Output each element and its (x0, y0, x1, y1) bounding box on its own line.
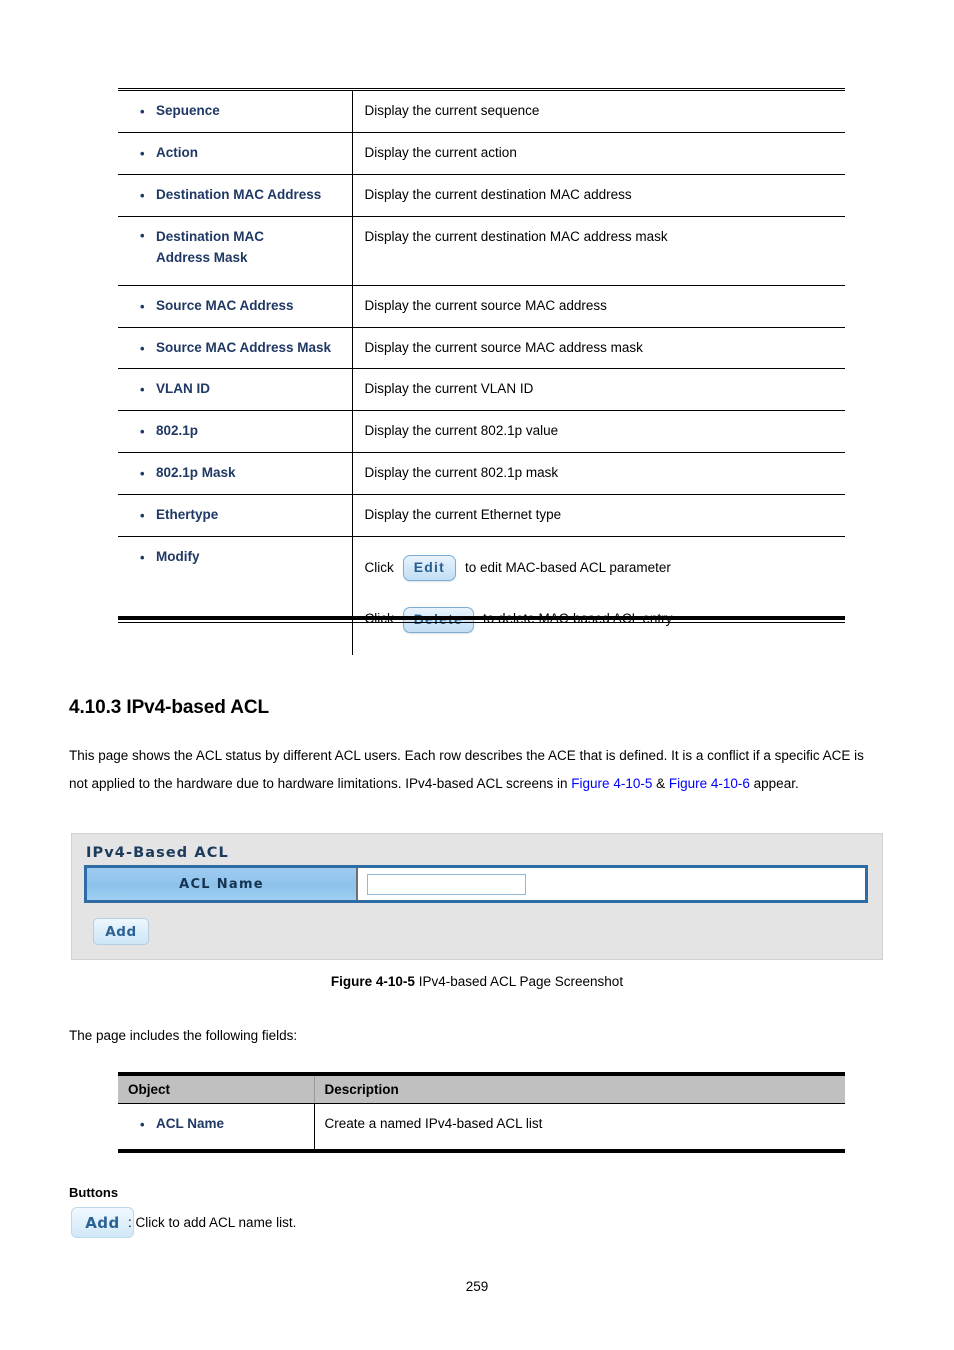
table-cell-description: Click Edit to edit MAC-based ACL paramet… (352, 537, 845, 655)
panel-add-button[interactable]: Add (93, 918, 149, 945)
fields-description-table: Object Description ACL Name Create a nam… (118, 1072, 845, 1153)
acl-name-input[interactable] (366, 872, 527, 896)
add-button[interactable]: Add (71, 1207, 134, 1238)
table-cell-description: Display the current destination MAC addr… (352, 174, 845, 217)
mac-acl-description-table: Sepuence Display the current sequence Ac… (118, 88, 845, 655)
table-row: Sepuence Display the current sequence (118, 89, 845, 133)
table-cell-description: Display the current sequence (352, 89, 845, 133)
buttons-section-heading: Buttons (69, 1185, 119, 1200)
table-row: Source MAC Address Mask Display the curr… (118, 327, 845, 370)
table-row: VLAN ID Display the current VLAN ID (118, 368, 845, 412)
edit-instruction-line: Click Edit to edit MAC-based ACL paramet… (365, 555, 838, 581)
description-text: Create a named IPv4-based ACL list (324, 1116, 543, 1131)
paragraph-ampersand: & (652, 776, 669, 791)
edit-button[interactable]: Edit (402, 555, 456, 581)
description-text: Display the current destination MAC addr… (364, 228, 668, 244)
acl-name-label: ACL Name (87, 868, 358, 900)
column-header-object: Object (118, 1074, 315, 1104)
table-cell-description: Display the current VLAN ID (352, 368, 845, 412)
figure-caption-number: Figure 4-10-5 (330, 974, 415, 989)
object-label: Ethertype (140, 507, 218, 522)
table-cell-object: Sepuence (118, 89, 353, 133)
table-cell-object: Source MAC Address Mask (118, 327, 353, 370)
object-label: VLAN ID (140, 381, 210, 396)
table-cell-object: 802.1p Mask (118, 452, 353, 496)
table-cell-object: Modify (118, 536, 353, 655)
intro-paragraph: This page shows the ACL status by differ… (69, 742, 881, 798)
table-cell-object: 802.1p (118, 410, 353, 454)
table-row-modify: Modify Click Edit to edit MAC-based ACL … (118, 536, 845, 655)
object-label: Modify (140, 549, 200, 564)
fields-intro-text: The page includes the following fields: (69, 1028, 298, 1043)
panel-title: IPv4-Based ACL (86, 845, 229, 861)
page-number: 259 (465, 1279, 489, 1294)
table-row: Source MAC Address Display the current s… (118, 285, 845, 328)
table-row: ACL Name Create a named IPv4-based ACL l… (118, 1103, 845, 1151)
table-cell-object: VLAN ID (118, 368, 353, 412)
object-label: ACL Name (140, 1116, 224, 1131)
figure-caption: Figure 4-10-5 IPv4-based ACL Page Screen… (0, 974, 954, 989)
object-label: Action (140, 145, 198, 160)
table-cell-object: Action (118, 132, 353, 175)
table-bottom-rule (118, 616, 845, 620)
figure-4-10-5-link[interactable]: Figure 4-10-5 (571, 776, 652, 791)
description-text: Display the current action (364, 144, 517, 160)
buttons-section-row: Add : Click to add ACL name list. (71, 1207, 296, 1238)
table-cell-object: ACL Name (118, 1103, 315, 1151)
fields-table-body: ACL Name Create a named IPv4-based ACL l… (118, 1103, 845, 1151)
figure-4-10-6-link[interactable]: Figure 4-10-6 (669, 776, 750, 791)
description-text: Display the current 802.1p mask (364, 465, 559, 481)
object-label: Source MAC Address Mask (140, 340, 331, 355)
object-label: Destination MAC Address (140, 187, 321, 202)
table-cell-object: Destination MAC Address (118, 174, 353, 217)
object-label: Source MAC Address (140, 298, 294, 313)
table-row: Destination MAC Address Display the curr… (118, 174, 845, 217)
paragraph-text-part2: appear. (749, 776, 799, 791)
table-row: 802.1p Mask Display the current 802.1p m… (118, 452, 845, 496)
table-cell-description: Display the current 802.1p mask (352, 452, 845, 496)
table-cell-object: Destination MAC Address Mask (118, 216, 353, 286)
object-label: Destination MAC Address Mask (140, 226, 318, 269)
column-header-description: Description (314, 1074, 845, 1104)
mac-acl-table-body: Sepuence Display the current sequence Ac… (118, 89, 845, 655)
click-suffix-text: to edit MAC-based ACL parameter (465, 559, 671, 575)
table-cell-description: Display the current destination MAC addr… (352, 216, 845, 286)
table-cell-description: Display the current source MAC address (352, 285, 845, 328)
table-cell-object: Ethertype (118, 494, 353, 538)
click-prefix-text: Click (364, 559, 394, 575)
add-button-description: : Click to add ACL name list. (128, 1214, 297, 1230)
fields-table-head: Object Description (118, 1074, 845, 1104)
table-row: Action Display the current action (118, 132, 845, 175)
description-text: Display the current source MAC address (364, 297, 607, 313)
acl-name-form-row: ACL Name (84, 865, 868, 903)
table-cell-description: Create a named IPv4-based ACL list (314, 1104, 845, 1151)
table-bottom-rule-thin (118, 622, 845, 623)
description-text: Display the current VLAN ID (364, 381, 534, 397)
table-cell-description: Display the current Ethernet type (352, 494, 845, 538)
document-page: Sepuence Display the current sequence Ac… (0, 0, 954, 1350)
figure-caption-text: IPv4-based ACL Page Screenshot (414, 974, 624, 989)
acl-name-field-container (358, 868, 865, 900)
description-text: Display the current 802.1p value (364, 423, 559, 439)
table-cell-object: Source MAC Address (118, 285, 353, 328)
table-header-row: Object Description (118, 1074, 845, 1104)
object-label: 802.1p Mask (140, 465, 236, 480)
description-text: Display the current destination MAC addr… (364, 186, 632, 202)
object-label: 802.1p (140, 423, 198, 438)
ipv4-acl-panel: IPv4-Based ACL ACL Name Add (71, 833, 883, 960)
description-text: Display the current sequence (364, 103, 540, 118)
description-text: Display the current Ethernet type (364, 507, 562, 523)
table-cell-description: Display the current 802.1p value (352, 410, 845, 454)
description-text: Display the current source MAC address m… (364, 339, 643, 355)
table-cell-description: Display the current action (352, 132, 845, 175)
table-row: 802.1p Display the current 802.1p value (118, 410, 845, 454)
object-label: Sepuence (140, 103, 220, 118)
table-cell-description: Display the current source MAC address m… (352, 327, 845, 370)
table-row: Destination MAC Address Mask Display the… (118, 216, 845, 286)
table-row: Ethertype Display the current Ethernet t… (118, 494, 845, 538)
page-title: 4.10.3 IPv4-based ACL (69, 697, 269, 718)
